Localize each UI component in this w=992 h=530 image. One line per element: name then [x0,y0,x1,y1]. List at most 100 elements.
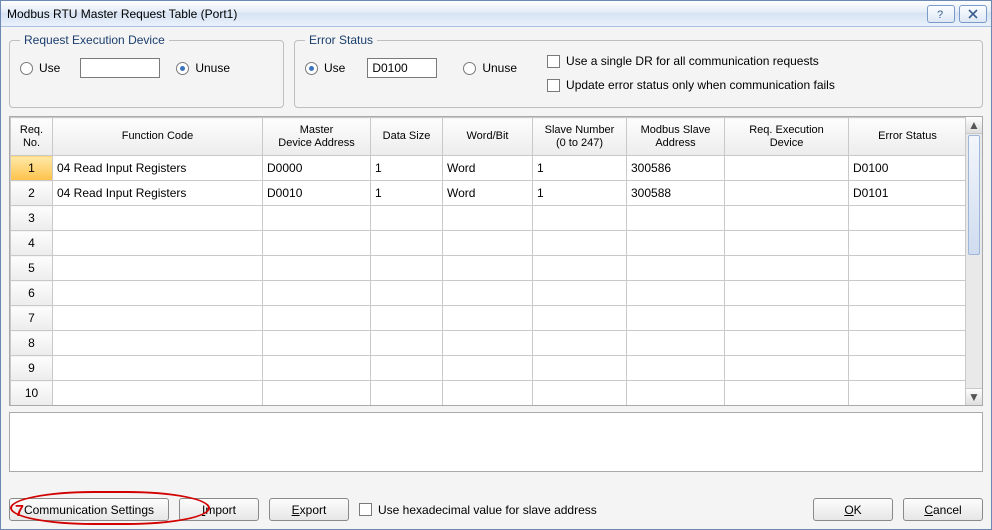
request-device-input[interactable] [80,58,160,78]
table-cell[interactable] [263,206,371,231]
close-button[interactable] [959,5,987,23]
table-cell[interactable]: 2 [11,181,53,206]
table-cell[interactable] [371,256,443,281]
table-cell[interactable] [371,381,443,406]
table-cell[interactable] [371,281,443,306]
table-cell[interactable] [443,281,533,306]
table-cell[interactable] [533,306,627,331]
table-cell[interactable] [627,356,725,381]
table-cell[interactable]: 1 [371,156,443,181]
table-cell[interactable]: 7 [11,306,53,331]
table-cell[interactable] [533,231,627,256]
table-cell[interactable] [263,331,371,356]
export-button[interactable]: Export [269,498,349,521]
table-cell[interactable] [443,381,533,406]
error-unuse-radio[interactable] [463,62,476,75]
help-button[interactable]: ? [927,5,955,23]
table-cell[interactable] [53,256,263,281]
table-cell[interactable]: D0100 [849,156,966,181]
table-row[interactable]: 9 [11,356,966,381]
table-cell[interactable]: 8 [11,331,53,356]
th-master-addr[interactable]: MasterDevice Address [263,118,371,156]
table-cell[interactable] [371,206,443,231]
table-cell[interactable] [263,356,371,381]
table-cell[interactable] [443,306,533,331]
table-cell[interactable] [263,281,371,306]
th-exec-device[interactable]: Req. ExecutionDevice [725,118,849,156]
table-cell[interactable] [53,356,263,381]
th-word-bit[interactable]: Word/Bit [443,118,533,156]
table-cell[interactable] [725,256,849,281]
table-cell[interactable] [533,381,627,406]
table-cell[interactable] [263,306,371,331]
th-error-status[interactable]: Error Status [849,118,966,156]
table-cell[interactable] [627,206,725,231]
table-cell[interactable] [533,281,627,306]
table-cell[interactable]: 3 [11,206,53,231]
table-cell[interactable] [53,381,263,406]
table-cell[interactable]: 04 Read Input Registers [53,181,263,206]
communication-settings-button[interactable]: Communication Settings [9,498,169,521]
table-cell[interactable] [725,156,849,181]
error-use-radio[interactable] [305,62,318,75]
table-cell[interactable] [627,381,725,406]
table-cell[interactable] [371,331,443,356]
scroll-down-icon[interactable]: ▼ [966,388,982,405]
scroll-thumb[interactable] [968,135,980,255]
error-device-input[interactable]: D0100 [367,58,437,78]
table-cell[interactable] [849,331,966,356]
table-cell[interactable] [53,331,263,356]
table-cell[interactable] [533,331,627,356]
table-cell[interactable] [849,231,966,256]
table-cell[interactable]: D0010 [263,181,371,206]
table-row[interactable]: 204 Read Input RegistersD00101Word130058… [11,181,966,206]
table-cell[interactable] [533,256,627,281]
table-row[interactable]: 5 [11,256,966,281]
single-dr-checkbox[interactable] [547,55,560,68]
table-cell[interactable] [371,356,443,381]
table-row[interactable]: 3 [11,206,966,231]
table-cell[interactable]: 6 [11,281,53,306]
table-cell[interactable] [725,281,849,306]
table-cell[interactable] [627,256,725,281]
table-cell[interactable] [627,331,725,356]
table-cell[interactable]: 1 [533,156,627,181]
th-slave-number[interactable]: Slave Number(0 to 247) [533,118,627,156]
table-cell[interactable] [263,381,371,406]
table-cell[interactable] [53,281,263,306]
table-cell[interactable]: 300588 [627,181,725,206]
scroll-up-icon[interactable]: ▲ [966,117,982,134]
request-use-radio[interactable] [20,62,33,75]
table-cell[interactable] [725,181,849,206]
table-cell[interactable] [443,206,533,231]
table-cell[interactable] [849,281,966,306]
table-cell[interactable] [53,206,263,231]
table-cell[interactable]: D0101 [849,181,966,206]
table-cell[interactable] [371,306,443,331]
hex-address-checkbox[interactable] [359,503,372,516]
table-cell[interactable] [725,356,849,381]
table-cell[interactable]: 10 [11,381,53,406]
table-cell[interactable] [627,281,725,306]
table-cell[interactable] [725,331,849,356]
vertical-scrollbar[interactable]: ▲ ▼ [965,117,982,405]
th-slave-addr[interactable]: Modbus SlaveAddress [627,118,725,156]
table-cell[interactable] [849,206,966,231]
table-cell[interactable] [371,231,443,256]
table-cell[interactable] [725,206,849,231]
cancel-button[interactable]: Cancel [903,498,983,521]
table-cell[interactable]: 1 [11,156,53,181]
table-row[interactable]: 10 [11,381,966,406]
table-cell[interactable] [849,381,966,406]
table-cell[interactable] [849,256,966,281]
ok-button[interactable]: OK [813,498,893,521]
table-cell[interactable]: 9 [11,356,53,381]
table-cell[interactable] [725,381,849,406]
th-req-no[interactable]: Req.No. [11,118,53,156]
table-cell[interactable] [533,356,627,381]
table-row[interactable]: 6 [11,281,966,306]
table-cell[interactable]: Word [443,181,533,206]
table-cell[interactable] [627,306,725,331]
table-cell[interactable] [53,231,263,256]
table-cell[interactable]: 04 Read Input Registers [53,156,263,181]
